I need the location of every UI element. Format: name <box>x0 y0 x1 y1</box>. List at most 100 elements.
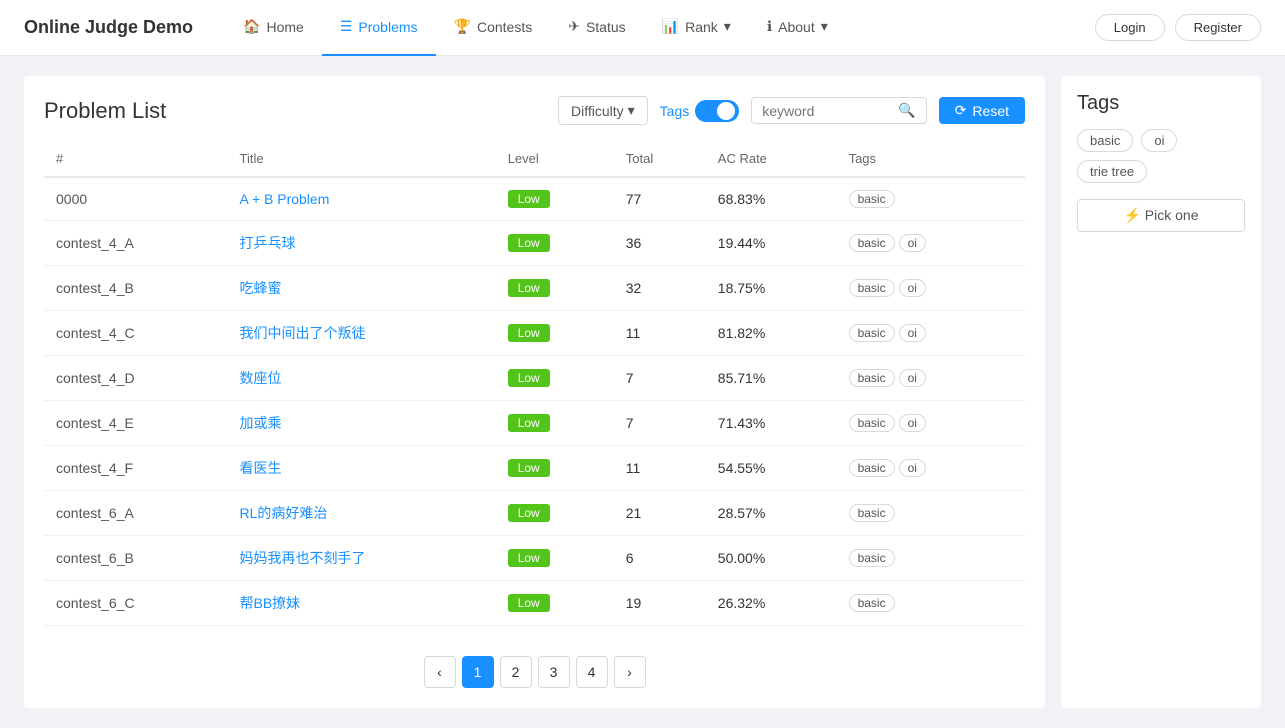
row-tag: basic <box>849 549 895 567</box>
row-title[interactable]: 帮BB撩妹 <box>227 581 495 626</box>
problems-table: # Title Level Total AC Rate Tags 0000 A … <box>44 141 1025 626</box>
row-level: Low <box>496 401 614 446</box>
row-ac-rate: 81.82% <box>706 311 837 356</box>
tags-switch[interactable] <box>695 100 739 122</box>
row-tag: oi <box>899 369 926 387</box>
row-tag: oi <box>899 459 926 477</box>
row-title[interactable]: 吃蜂蜜 <box>227 266 495 311</box>
row-level: Low <box>496 356 614 401</box>
table-row: contest_4_D 数座位 Low 7 85.71% basicoi <box>44 356 1025 401</box>
row-tag: basic <box>849 234 895 252</box>
main-container: Problem List Difficulty ▾ Tags 🔍 <box>0 56 1285 728</box>
next-page-button[interactable]: › <box>614 656 646 688</box>
row-tags: basic <box>837 536 1025 581</box>
row-total: 36 <box>614 221 706 266</box>
nav-contests[interactable]: 🏆 Contests <box>436 0 551 56</box>
row-total: 19 <box>614 581 706 626</box>
pick-one-button[interactable]: ⚡ Pick one <box>1077 199 1245 232</box>
row-tag: oi <box>899 414 926 432</box>
row-title[interactable]: 加或乘 <box>227 401 495 446</box>
row-total: 32 <box>614 266 706 311</box>
col-title: Title <box>227 141 495 177</box>
nav-home[interactable]: 🏠 Home <box>225 0 322 56</box>
row-total: 6 <box>614 536 706 581</box>
row-total: 21 <box>614 491 706 536</box>
row-title[interactable]: 看医生 <box>227 446 495 491</box>
difficulty-dropdown-icon: ▾ <box>628 102 635 119</box>
row-ac-rate: 28.57% <box>706 491 837 536</box>
register-button[interactable]: Register <box>1175 14 1261 41</box>
row-tags: basicoi <box>837 356 1025 401</box>
about-dropdown-icon: ▾ <box>821 18 828 35</box>
row-ac-rate: 54.55% <box>706 446 837 491</box>
row-title[interactable]: 我们中间出了个叛徒 <box>227 311 495 356</box>
nav-problems[interactable]: ☰ Problems <box>322 0 436 56</box>
difficulty-button[interactable]: Difficulty ▾ <box>558 96 648 125</box>
page-4-button[interactable]: 4 <box>576 656 608 688</box>
row-title[interactable]: 数座位 <box>227 356 495 401</box>
row-tag: oi <box>899 324 926 342</box>
login-button[interactable]: Login <box>1095 14 1165 41</box>
tags-toggle-label: Tags <box>660 103 690 119</box>
row-total: 11 <box>614 311 706 356</box>
difficulty-label: Difficulty <box>571 103 624 119</box>
nav-rank[interactable]: 📊 Rank ▾ <box>644 0 749 56</box>
brand: Online Judge Demo <box>24 17 193 38</box>
table-row: contest_4_C 我们中间出了个叛徒 Low 11 81.82% basi… <box>44 311 1025 356</box>
col-id: # <box>44 141 227 177</box>
row-tag: basic <box>849 324 895 342</box>
header-controls: Difficulty ▾ Tags 🔍 ⟳ Reset <box>558 96 1025 125</box>
row-id: contest_4_D <box>44 356 227 401</box>
row-title[interactable]: 妈妈我再也不刻手了 <box>227 536 495 581</box>
row-id: contest_6_A <box>44 491 227 536</box>
search-input[interactable] <box>762 103 892 119</box>
row-level: Low <box>496 221 614 266</box>
row-title[interactable]: A + B Problem <box>227 177 495 221</box>
row-id: contest_4_E <box>44 401 227 446</box>
status-icon: ✈ <box>568 18 580 35</box>
row-total: 7 <box>614 401 706 446</box>
row-total: 7 <box>614 356 706 401</box>
tag-cloud: basic oi trie tree <box>1077 129 1245 183</box>
row-tag: basic <box>849 190 895 208</box>
nav-auth: Login Register <box>1095 14 1261 41</box>
row-ac-rate: 26.32% <box>706 581 837 626</box>
row-tag: basic <box>849 594 895 612</box>
content-area: Problem List Difficulty ▾ Tags 🔍 <box>24 76 1045 708</box>
tag-oi[interactable]: oi <box>1141 129 1177 152</box>
tag-trie-tree[interactable]: trie tree <box>1077 160 1147 183</box>
row-title[interactable]: RL的病好难治 <box>227 491 495 536</box>
row-total: 11 <box>614 446 706 491</box>
search-box: 🔍 <box>751 97 926 124</box>
row-id: contest_4_F <box>44 446 227 491</box>
row-tags: basicoi <box>837 266 1025 311</box>
table-row: contest_4_A 打乒乓球 Low 36 19.44% basicoi <box>44 221 1025 266</box>
row-level: Low <box>496 581 614 626</box>
row-level: Low <box>496 491 614 536</box>
nav-about[interactable]: ℹ About ▾ <box>749 0 846 56</box>
rank-dropdown-icon: ▾ <box>724 18 731 35</box>
row-tag: basic <box>849 279 895 297</box>
row-title[interactable]: 打乒乓球 <box>227 221 495 266</box>
page-2-button[interactable]: 2 <box>500 656 532 688</box>
col-tags: Tags <box>837 141 1025 177</box>
nav-status[interactable]: ✈ Status <box>550 0 643 56</box>
list-header: Problem List Difficulty ▾ Tags 🔍 <box>44 96 1025 125</box>
page-1-button[interactable]: 1 <box>462 656 494 688</box>
row-ac-rate: 85.71% <box>706 356 837 401</box>
reset-button[interactable]: ⟳ Reset <box>939 97 1025 124</box>
list-title: Problem List <box>44 98 166 124</box>
search-icon: 🔍 <box>898 102 915 119</box>
row-id: contest_6_B <box>44 536 227 581</box>
page-3-button[interactable]: 3 <box>538 656 570 688</box>
row-tag: basic <box>849 459 895 477</box>
prev-page-button[interactable]: ‹ <box>424 656 456 688</box>
problems-icon: ☰ <box>340 18 353 35</box>
pagination: ‹ 1 2 3 4 › <box>44 646 1025 688</box>
row-tag: basic <box>849 414 895 432</box>
tags-toggle: Tags <box>660 100 740 122</box>
table-row: contest_4_E 加或乘 Low 7 71.43% basicoi <box>44 401 1025 446</box>
tag-basic[interactable]: basic <box>1077 129 1133 152</box>
table-row: contest_6_A RL的病好难治 Low 21 28.57% basic <box>44 491 1025 536</box>
row-id: contest_6_C <box>44 581 227 626</box>
